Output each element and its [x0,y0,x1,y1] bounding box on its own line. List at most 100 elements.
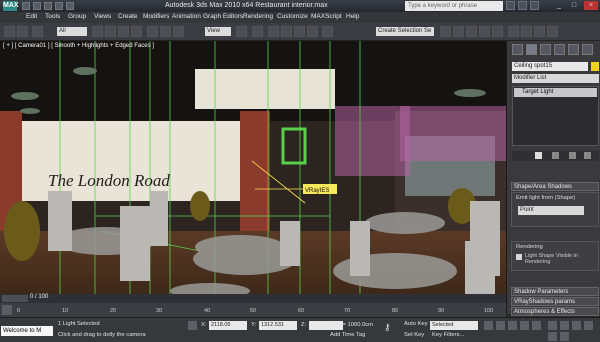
link-icon[interactable] [32,26,43,37]
select-by-name-icon[interactable] [105,26,116,37]
key-mode-dropdown[interactable]: Selected [430,321,478,330]
display-tab-icon[interactable] [568,44,579,55]
angle-snap-icon[interactable] [281,26,292,37]
create-tab-icon[interactable] [512,44,523,55]
save-file-icon[interactable] [44,2,52,10]
undo-icon[interactable] [55,2,63,10]
lock-selection-icon[interactable] [188,321,197,330]
menu-customize[interactable]: Customize [277,13,308,20]
viewport-label[interactable]: [ + ] [ Camera01 ] [ Smooth + Highlights… [3,43,154,49]
time-slider[interactable]: 0 / 100 [0,294,506,303]
maximize-viewport-icon[interactable] [560,332,569,341]
edit-named-selections-icon[interactable] [322,26,333,37]
move-icon[interactable] [147,26,158,37]
app-logo-button[interactable]: MAX [3,1,19,11]
light-shape-visible-checkbox[interactable] [516,254,522,260]
pivot-center-icon[interactable] [236,26,247,37]
go-to-start-icon[interactable] [484,321,493,330]
menu-views[interactable]: Views [94,13,111,20]
menu-graph-editors[interactable]: Graph Editors [203,13,243,20]
time-slider-thumb[interactable] [2,295,28,302]
rectangular-region-icon[interactable] [118,26,129,37]
shape-type-dropdown[interactable]: Point [518,206,584,215]
mirror-icon[interactable] [440,26,451,37]
y-coordinate-field[interactable]: 1312.531 [259,321,297,330]
menu-maxscript[interactable]: MAXScript [311,13,342,20]
menu-animation[interactable]: Animation [172,13,201,20]
next-frame-icon[interactable] [520,321,529,330]
reference-coordinate-dropdown[interactable]: View [205,27,231,36]
menu-modifiers[interactable]: Modifiers [143,13,169,20]
menu-help[interactable]: Help [346,13,359,20]
motion-tab-icon[interactable] [554,44,565,55]
window-crossing-icon[interactable] [131,26,142,37]
maximize-button[interactable]: □ [567,1,581,10]
rollout-vray-shadows[interactable]: VRayShadows params [511,297,599,306]
percent-snap-icon[interactable] [294,26,305,37]
schematic-view-icon[interactable] [492,26,503,37]
new-file-icon[interactable] [22,2,30,10]
subscription-icon[interactable] [518,1,527,10]
menu-group[interactable]: Group [68,13,86,20]
rendered-frame-window-icon[interactable] [534,26,545,37]
undo-tool-icon[interactable] [4,26,15,37]
minimize-button[interactable]: _ [552,1,566,10]
field-of-view-icon[interactable] [572,321,581,330]
menu-rendering[interactable]: Rendering [243,13,273,20]
show-end-result-icon[interactable] [552,152,559,159]
camera-viewport[interactable]: The London Road VRayIES [ + ] [ Camera01… [0,41,506,294]
utilities-tab-icon[interactable] [582,44,593,55]
modify-tab-icon[interactable] [526,44,537,55]
auto-key-button[interactable]: Auto Key [404,321,428,327]
modifier-list-dropdown[interactable]: Modifier List [512,74,599,83]
object-color-swatch[interactable] [591,62,599,71]
zoom-all-icon[interactable] [560,321,569,330]
rotate-icon[interactable] [160,26,171,37]
material-editor-icon[interactable] [508,26,519,37]
pin-stack-icon[interactable] [535,152,542,159]
layer-manager-icon[interactable] [466,26,477,37]
make-unique-icon[interactable] [569,152,576,159]
align-icon[interactable] [453,26,464,37]
rollout-shape-area-shadows[interactable]: Shape/Area Shadows [511,182,599,191]
rollout-shadow-parameters[interactable]: Shadow Parameters [511,287,599,296]
stack-item-target-light[interactable]: Target Light [514,88,597,97]
menu-edit[interactable]: Edit [26,13,37,20]
redo-tool-icon[interactable] [17,26,28,37]
track-bar[interactable]: 0 10 20 30 40 50 60 70 80 90 100 [0,303,506,317]
snaps-toggle-icon[interactable] [268,26,279,37]
previous-frame-icon[interactable] [496,321,505,330]
search-input[interactable]: Type a keyword or phrase [405,1,503,11]
open-file-icon[interactable] [33,2,41,10]
object-name-field[interactable]: Ceiling spot15 [512,62,588,71]
select-object-icon[interactable] [92,26,103,37]
key-filters-button[interactable]: Key Filters... [432,332,464,338]
zoom-icon[interactable] [548,321,557,330]
rollout-atmospheres[interactable]: Atmospheres & Effects [511,307,599,316]
help-star-icon[interactable] [530,1,539,10]
menu-create[interactable]: Create [118,13,138,20]
search-icon[interactable] [506,1,515,10]
select-manipulate-icon[interactable] [252,26,263,37]
scale-icon[interactable] [173,26,184,37]
spinner-snap-icon[interactable] [307,26,318,37]
x-coordinate-field[interactable]: 2118.05 [209,321,247,330]
mini-curve-editor-icon[interactable] [2,305,12,315]
add-time-tag[interactable]: Add Time Tag [330,332,365,338]
menu-tools[interactable]: Tools [45,13,60,20]
maxscript-listener[interactable]: Welcome to M [1,326,53,336]
key-icon[interactable]: ⚷ [384,322,398,332]
curve-editor-icon[interactable] [479,26,490,37]
redo-icon[interactable] [66,2,74,10]
close-button[interactable]: × [584,1,598,10]
hierarchy-tab-icon[interactable] [540,44,551,55]
play-icon[interactable] [508,321,517,330]
selection-filter-dropdown[interactable]: All [57,27,87,36]
named-selection-dropdown[interactable]: Create Selection Se [376,27,434,36]
set-key-button[interactable]: Set Key [404,332,424,338]
go-to-end-icon[interactable] [532,321,541,330]
orbit-icon[interactable] [548,332,557,341]
render-production-icon[interactable] [547,26,558,37]
pan-view-icon[interactable] [584,321,593,330]
remove-modifier-icon[interactable] [584,152,591,159]
